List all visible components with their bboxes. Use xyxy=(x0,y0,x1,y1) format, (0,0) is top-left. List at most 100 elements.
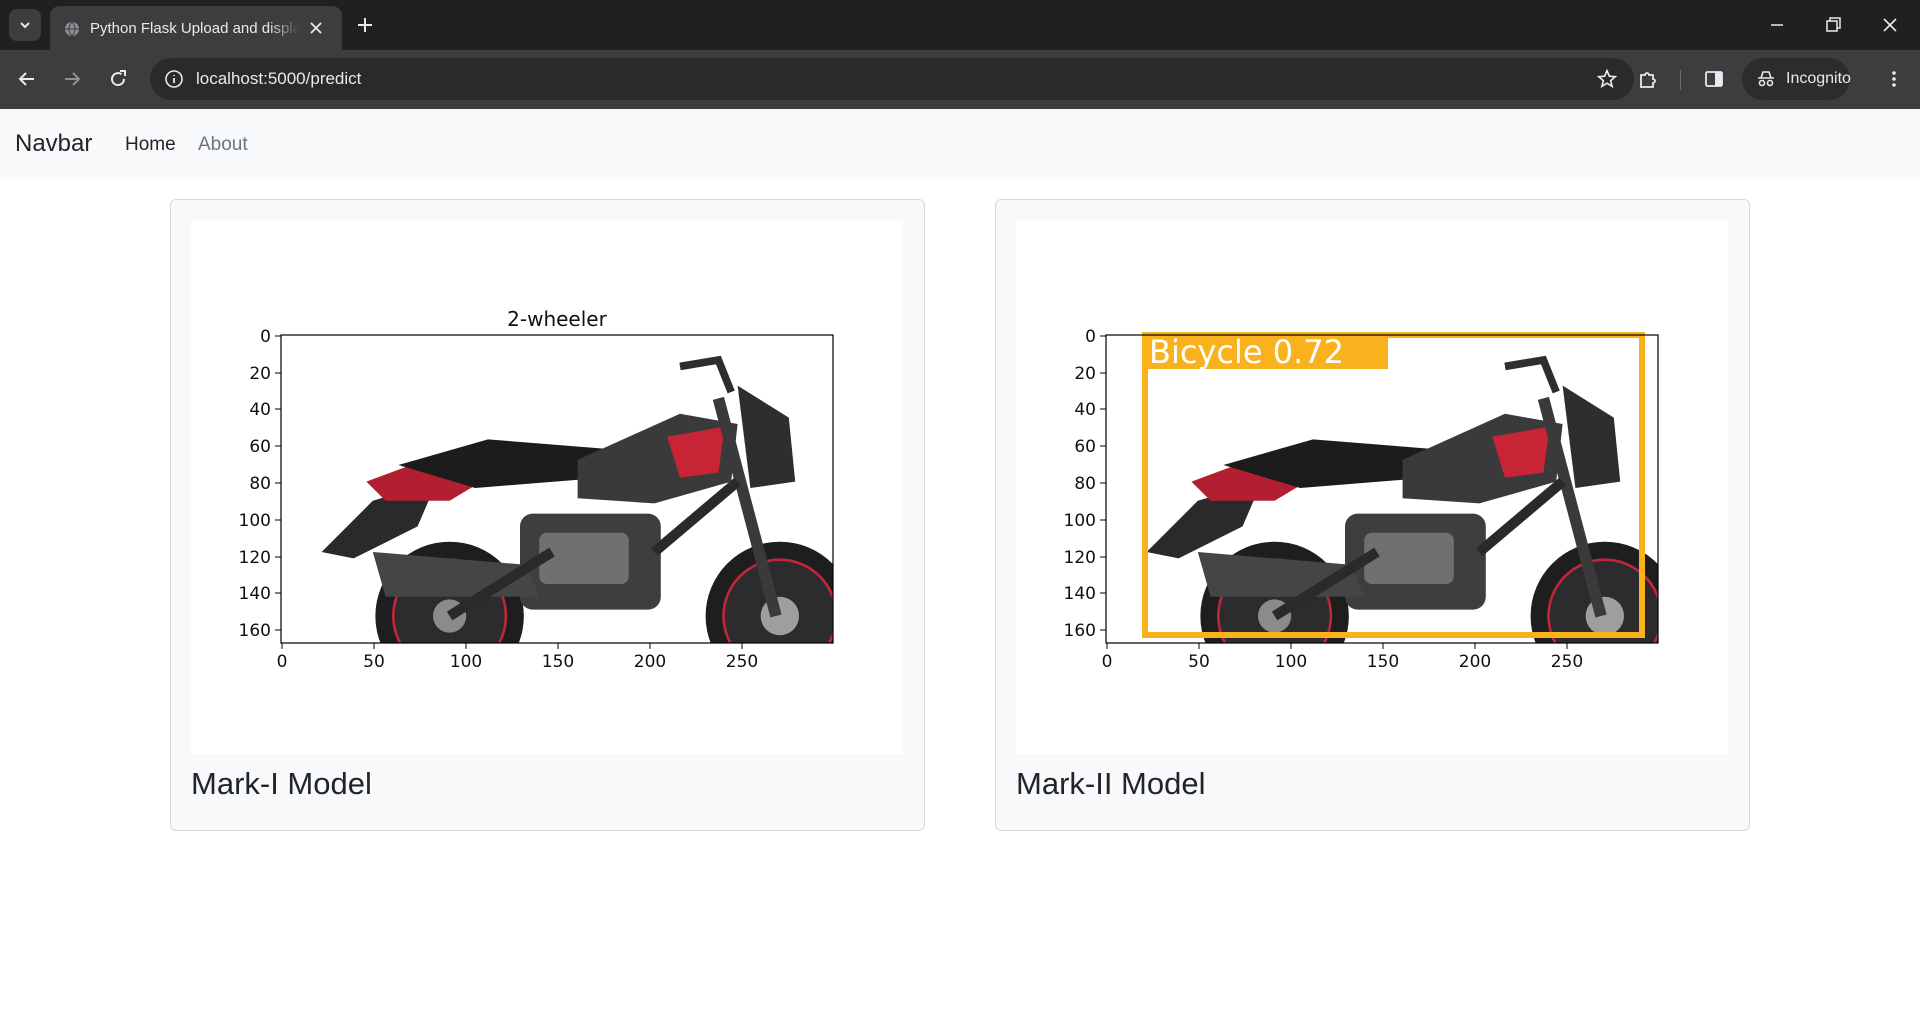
more-menu-icon[interactable] xyxy=(1882,67,1906,91)
y-tick: 120 xyxy=(239,548,281,568)
tab-search-button[interactable] xyxy=(9,9,41,41)
y-tick: 60 xyxy=(1074,437,1106,457)
y-tick: 80 xyxy=(1074,474,1106,494)
model-card-mark-ii: Bicycle 0.72 0 20 40 60 80 100 120 140 1… xyxy=(995,199,1750,831)
y-tick: 40 xyxy=(1074,400,1106,420)
svg-text:150: 150 xyxy=(542,652,574,672)
x-tick: 200 xyxy=(1459,643,1491,672)
web-page: Navbar Home About 2-wheeler 0 20 40 60 8… xyxy=(0,109,1920,1030)
y-tick: 80 xyxy=(249,474,281,494)
svg-text:60: 60 xyxy=(1074,437,1096,457)
svg-text:40: 40 xyxy=(1074,400,1096,420)
nav-link-home[interactable]: Home xyxy=(125,134,176,156)
tab-title: Python Flask Upload and display image xyxy=(90,20,300,37)
x-tick: 100 xyxy=(450,643,482,672)
url-text[interactable]: localhost:5000/predict xyxy=(196,69,361,89)
y-tick: 100 xyxy=(239,511,281,531)
side-panel-icon[interactable] xyxy=(1702,67,1726,91)
plot-title: 2-wheeler xyxy=(507,307,607,331)
model-card-mark-i: 2-wheeler 0 20 40 60 80 100 120 140 160 … xyxy=(170,199,925,831)
y-tick: 20 xyxy=(1074,364,1106,384)
y-tick: 140 xyxy=(1064,584,1106,604)
svg-text:20: 20 xyxy=(249,364,271,384)
svg-text:0: 0 xyxy=(1085,327,1096,347)
y-tick: 0 xyxy=(260,327,281,347)
svg-text:50: 50 xyxy=(1188,652,1210,672)
svg-text:160: 160 xyxy=(239,621,271,641)
svg-text:120: 120 xyxy=(239,548,271,568)
prediction-plot-image: 2-wheeler 0 20 40 60 80 100 120 140 160 … xyxy=(191,220,903,754)
svg-text:50: 50 xyxy=(363,652,385,672)
forward-arrow-icon[interactable] xyxy=(60,67,84,91)
svg-text:0: 0 xyxy=(1102,652,1113,672)
incognito-badge[interactable]: Incognito xyxy=(1742,58,1851,100)
y-tick: 160 xyxy=(239,621,281,641)
card-title: Mark-II Model xyxy=(1016,766,1206,801)
svg-text:100: 100 xyxy=(1275,652,1307,672)
address-bar[interactable]: localhost:5000/predict xyxy=(150,58,1634,100)
y-tick: 120 xyxy=(1064,548,1106,568)
y-tick: 100 xyxy=(1064,511,1106,531)
svg-text:140: 140 xyxy=(1064,584,1096,604)
svg-text:100: 100 xyxy=(1064,511,1096,531)
star-icon[interactable] xyxy=(1596,68,1618,90)
reload-icon[interactable] xyxy=(106,67,130,91)
svg-text:160: 160 xyxy=(1064,621,1096,641)
svg-text:100: 100 xyxy=(450,652,482,672)
x-tick: 50 xyxy=(363,643,385,672)
svg-text:200: 200 xyxy=(1459,652,1491,672)
svg-text:120: 120 xyxy=(1064,548,1096,568)
svg-text:250: 250 xyxy=(726,652,758,672)
plot-svg: 2-wheeler 0 20 40 60 80 100 120 140 160 … xyxy=(239,307,834,672)
nav-link-about[interactable]: About xyxy=(198,134,248,156)
browser-tab[interactable]: Python Flask Upload and display image xyxy=(50,6,342,50)
browser-tabstrip: Python Flask Upload and display image xyxy=(0,0,1920,50)
back-arrow-icon[interactable] xyxy=(15,67,39,91)
x-tick: 100 xyxy=(1275,643,1307,672)
x-tick: 150 xyxy=(542,643,574,672)
y-tick: 60 xyxy=(249,437,281,457)
card-title: Mark-I Model xyxy=(191,766,372,801)
svg-text:200: 200 xyxy=(634,652,666,672)
svg-text:100: 100 xyxy=(239,511,271,531)
x-tick: 200 xyxy=(634,643,666,672)
y-tick: 160 xyxy=(1064,621,1106,641)
close-tab-icon[interactable] xyxy=(308,20,324,36)
svg-text:140: 140 xyxy=(239,584,271,604)
browser-toolbar: localhost:5000/predict Incognito xyxy=(0,50,1920,109)
close-window-icon[interactable] xyxy=(1878,13,1902,37)
site-navbar: Navbar Home About xyxy=(0,109,1920,179)
plot-svg: Bicycle 0.72 0 20 40 60 80 100 120 140 1… xyxy=(1064,327,1659,672)
detection-label: Bicycle 0.72 xyxy=(1149,333,1344,371)
x-tick: 150 xyxy=(1367,643,1399,672)
info-icon[interactable] xyxy=(164,69,184,89)
globe-icon xyxy=(65,21,79,37)
svg-text:250: 250 xyxy=(1551,652,1583,672)
x-tick: 50 xyxy=(1188,643,1210,672)
restore-icon[interactable] xyxy=(1821,13,1845,37)
svg-text:80: 80 xyxy=(1074,474,1096,494)
svg-text:0: 0 xyxy=(277,652,288,672)
y-tick: 140 xyxy=(239,584,281,604)
minimize-icon[interactable] xyxy=(1765,13,1789,37)
incognito-label: Incognito xyxy=(1786,70,1851,87)
y-tick: 40 xyxy=(249,400,281,420)
chevron-down-icon xyxy=(20,22,30,29)
x-tick: 250 xyxy=(1551,643,1583,672)
motorcycle-photo xyxy=(1106,335,1658,643)
x-tick: 0 xyxy=(277,643,288,672)
extensions-icon[interactable] xyxy=(1636,67,1660,91)
new-tab-icon[interactable] xyxy=(353,13,377,37)
x-tick: 0 xyxy=(1102,643,1113,672)
svg-text:40: 40 xyxy=(249,400,271,420)
svg-text:20: 20 xyxy=(1074,364,1096,384)
svg-text:0: 0 xyxy=(260,327,271,347)
y-tick: 0 xyxy=(1085,327,1106,347)
prediction-plot-image: Bicycle 0.72 0 20 40 60 80 100 120 140 1… xyxy=(1016,220,1728,754)
navbar-brand[interactable]: Navbar xyxy=(15,130,92,158)
x-tick: 250 xyxy=(726,643,758,672)
svg-text:60: 60 xyxy=(249,437,271,457)
svg-text:150: 150 xyxy=(1367,652,1399,672)
toolbar-separator xyxy=(1680,70,1681,90)
motorcycle-photo xyxy=(281,335,833,643)
